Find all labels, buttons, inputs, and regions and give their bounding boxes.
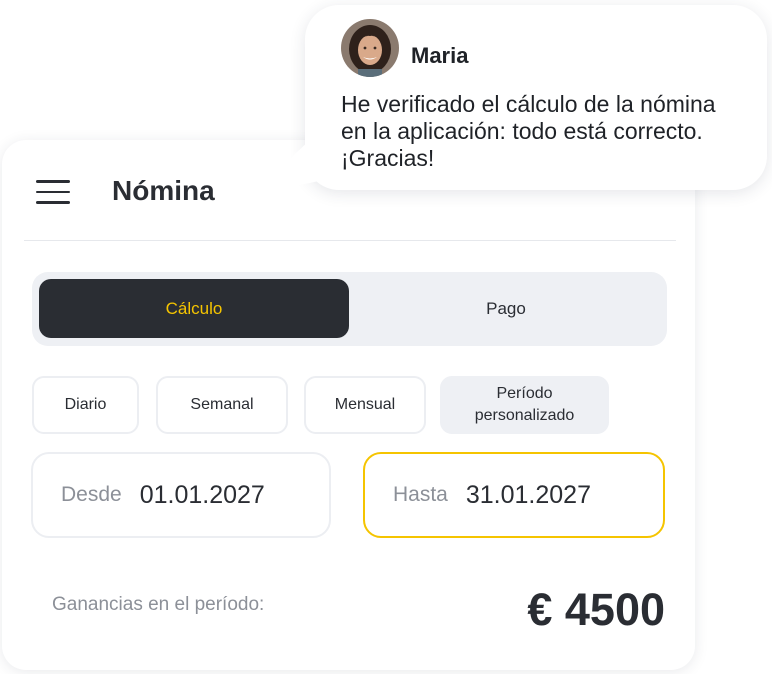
- date-from-label: Desde: [61, 483, 122, 506]
- date-from-value: 01.01.2027: [139, 480, 265, 509]
- bubble-tail: [258, 140, 338, 189]
- chat-author-name: Maria: [411, 43, 469, 68]
- period-weekly-label: Semanal: [190, 396, 254, 413]
- chat-bubble: Maria He verificado el cálculo de la nóm…: [305, 5, 767, 190]
- period-daily-button[interactable]: Diario: [32, 376, 139, 434]
- period-custom-label: Período personalizado: [474, 385, 575, 424]
- earnings-label: Ganancias en el período:: [52, 594, 265, 615]
- period-monthly-button[interactable]: Mensual: [304, 376, 426, 434]
- avatar: [341, 19, 399, 77]
- period-custom-button[interactable]: Período personalizado: [440, 376, 609, 434]
- date-from-field[interactable]: Desde 01.01.2027: [31, 452, 331, 538]
- date-to-value: 31.01.2027: [465, 480, 591, 509]
- tab-calculo[interactable]: Cálculo: [39, 279, 349, 338]
- period-weekly-button[interactable]: Semanal: [156, 376, 288, 434]
- hamburger-menu-icon[interactable]: [36, 180, 70, 204]
- period-daily-label: Diario: [64, 396, 107, 413]
- earnings-value: € 4500: [527, 584, 665, 635]
- payroll-card: Nómina Cálculo Pago Diario Semanal Mensu…: [2, 140, 695, 670]
- date-to-field[interactable]: Hasta 31.01.2027: [363, 452, 665, 538]
- calc-pay-toggle: Cálculo Pago: [32, 272, 667, 346]
- page-title: Nómina: [112, 175, 215, 206]
- header-divider: [24, 240, 676, 241]
- period-monthly-label: Mensual: [334, 396, 396, 413]
- tab-pago[interactable]: Pago: [352, 279, 660, 338]
- chat-message: He verificado el cálculo de la nómina en…: [341, 91, 716, 171]
- date-to-label: Hasta: [393, 483, 448, 506]
